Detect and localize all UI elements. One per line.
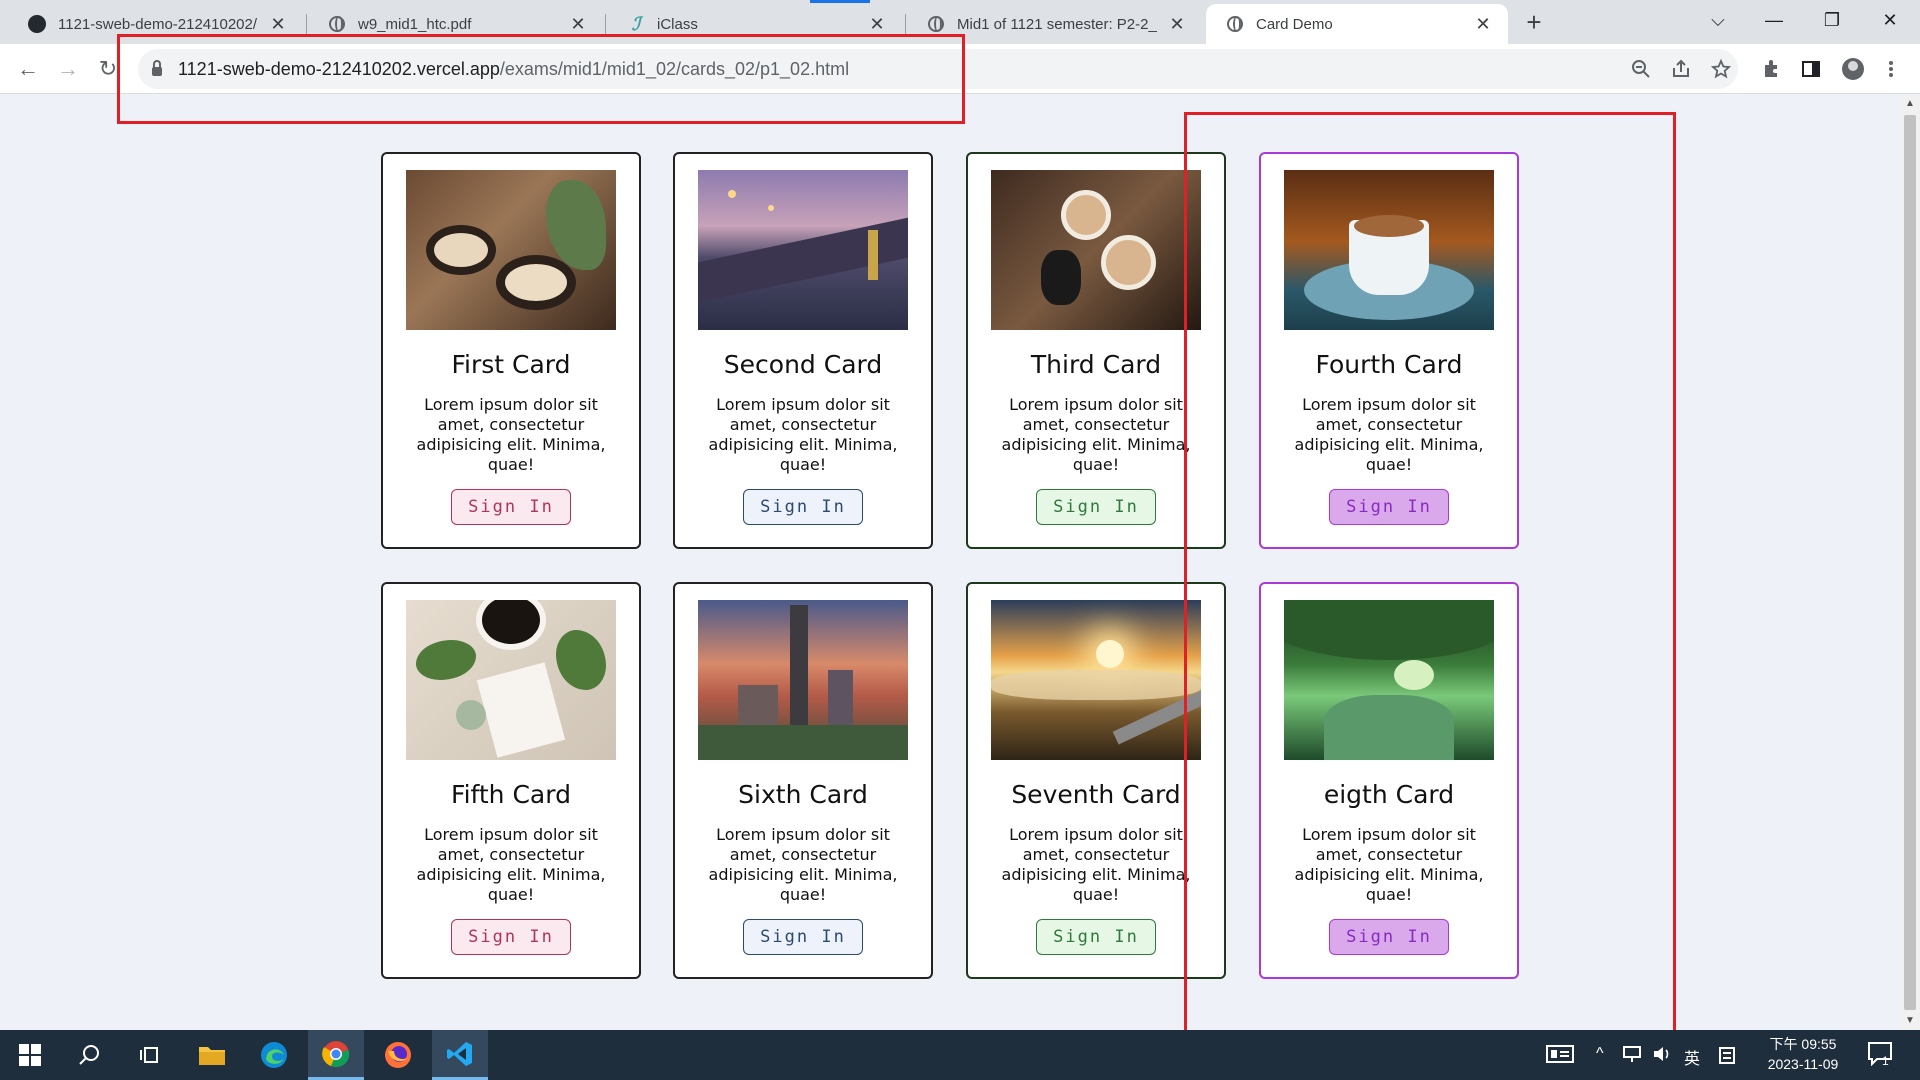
notification-icon[interactable]: [1868, 1042, 1894, 1071]
profile-icon[interactable]: [1840, 56, 1866, 82]
card-text: Lorem ipsum dolor sit amet, consectetur …: [1001, 825, 1191, 904]
tab-separator: [306, 14, 307, 34]
globe-icon: [328, 15, 346, 33]
sign-in-button[interactable]: Sign In: [1036, 919, 1156, 955]
volume-icon[interactable]: [1652, 1045, 1672, 1068]
close-icon[interactable]: ✕: [567, 13, 589, 35]
sign-in-button[interactable]: Sign In: [451, 919, 571, 955]
page-scrollbar[interactable]: ▲ ▼: [1900, 95, 1920, 1030]
card-text: Lorem ipsum dolor sit amet, consectetur …: [708, 395, 898, 474]
tab-loading-indicator: [810, 0, 870, 3]
scroll-up-icon[interactable]: ▲: [1904, 98, 1916, 110]
clock-time: 下午 09:55: [1769, 1036, 1837, 1052]
tab-separator: [905, 14, 906, 34]
tab-title: w9_mid1_htc.pdf: [358, 15, 472, 33]
sidepanel-icon[interactable]: [1798, 56, 1824, 82]
ime-mode[interactable]: 英: [1684, 1045, 1700, 1069]
card-photo: [406, 600, 616, 760]
card-title: Sixth Card: [738, 780, 868, 809]
card-text: Lorem ipsum dolor sit amet, consectetur …: [416, 395, 606, 474]
card-fifth: Fifth Card Lorem ipsum dolor sit amet, c…: [381, 582, 641, 979]
highlight-box-address: [117, 34, 965, 124]
vscode-icon[interactable]: [432, 1030, 488, 1080]
card-photo: [698, 600, 908, 760]
card-second: Second Card Lorem ipsum dolor sit amet, …: [673, 152, 933, 549]
highlight-box-cards: [1184, 112, 1676, 1050]
edge-icon[interactable]: [246, 1030, 302, 1080]
close-icon[interactable]: ✕: [267, 13, 289, 35]
task-view-icon[interactable]: [122, 1030, 178, 1080]
github-icon: [28, 15, 46, 33]
network-icon[interactable]: [1622, 1045, 1642, 1068]
tab-search-dropdown-icon[interactable]: ⌵: [1694, 0, 1742, 40]
zoom-icon[interactable]: [1628, 56, 1654, 82]
windows-taskbar: ^ 英 下午 09:55 2023-11-09 1: [0, 1030, 1920, 1080]
card-title: First Card: [451, 350, 571, 379]
tab-title: Mid1 of 1121 semester: P2-2_: [957, 15, 1157, 33]
menu-icon[interactable]: [1878, 56, 1904, 82]
scroll-down-icon[interactable]: ▼: [1904, 1015, 1916, 1027]
card-title: Seventh Card: [1011, 780, 1181, 809]
sign-in-button[interactable]: Sign In: [451, 489, 571, 525]
scroll-thumb[interactable]: [1904, 115, 1916, 1010]
card-photo: [406, 170, 616, 330]
restore-button[interactable]: ❐: [1808, 0, 1856, 40]
tab-separator: [605, 14, 606, 34]
card-text: Lorem ipsum dolor sit amet, consectetur …: [1001, 395, 1191, 474]
clock-date: 2023-11-09: [1767, 1056, 1839, 1072]
firefox-icon[interactable]: [370, 1030, 426, 1080]
tab-title: iClass: [657, 15, 698, 33]
new-tab-button[interactable]: +: [1520, 7, 1548, 37]
card-photo: [991, 170, 1201, 330]
file-explorer-icon[interactable]: [184, 1030, 240, 1080]
keyboard-icon[interactable]: [1546, 1045, 1574, 1068]
card-text: Lorem ipsum dolor sit amet, consectetur …: [708, 825, 898, 904]
globe-icon: [927, 15, 945, 33]
forward-button[interactable]: →: [54, 55, 82, 83]
card-title: Third Card: [1030, 350, 1162, 379]
card-first: First Card Lorem ipsum dolor sit amet, c…: [381, 152, 641, 549]
close-icon[interactable]: ✕: [1166, 13, 1188, 35]
window-close-button[interactable]: ✕: [1866, 0, 1914, 40]
close-icon[interactable]: ✕: [866, 13, 888, 35]
search-icon[interactable]: [62, 1030, 118, 1080]
tray-chevron-icon[interactable]: ^: [1596, 1045, 1604, 1063]
card-sixth: Sixth Card Lorem ipsum dolor sit amet, c…: [673, 582, 933, 979]
card-photo: [991, 600, 1201, 760]
card-text: Lorem ipsum dolor sit amet, consectetur …: [416, 825, 606, 904]
windows-start-icon[interactable]: [2, 1030, 58, 1080]
notification-count: 1: [1882, 1054, 1889, 1068]
ime-toggle-icon[interactable]: [1718, 1045, 1736, 1070]
tab-card-demo[interactable]: Card Demo ✕: [1206, 4, 1508, 44]
star-icon[interactable]: [1708, 56, 1734, 82]
extensions-icon[interactable]: [1758, 56, 1784, 82]
minimize-button[interactable]: —: [1750, 0, 1798, 40]
iclass-icon: ℐ: [631, 13, 641, 34]
globe-icon: [1226, 15, 1244, 33]
sign-in-button[interactable]: Sign In: [1036, 489, 1156, 525]
card-title: Second Card: [723, 350, 883, 379]
chrome-icon[interactable]: [308, 1030, 364, 1080]
close-icon[interactable]: ✕: [1472, 13, 1494, 35]
sign-in-button[interactable]: Sign In: [743, 919, 863, 955]
tab-title: Card Demo: [1256, 15, 1333, 33]
card-photo: [698, 170, 908, 330]
tab-title: 1121-sweb-demo-212410202/: [58, 15, 258, 33]
share-icon[interactable]: [1668, 56, 1694, 82]
sign-in-button[interactable]: Sign In: [743, 489, 863, 525]
system-clock[interactable]: 下午 09:55 2023-11-09: [1748, 1034, 1858, 1074]
card-title: Fifth Card: [451, 780, 571, 809]
back-button[interactable]: ←: [14, 55, 42, 83]
